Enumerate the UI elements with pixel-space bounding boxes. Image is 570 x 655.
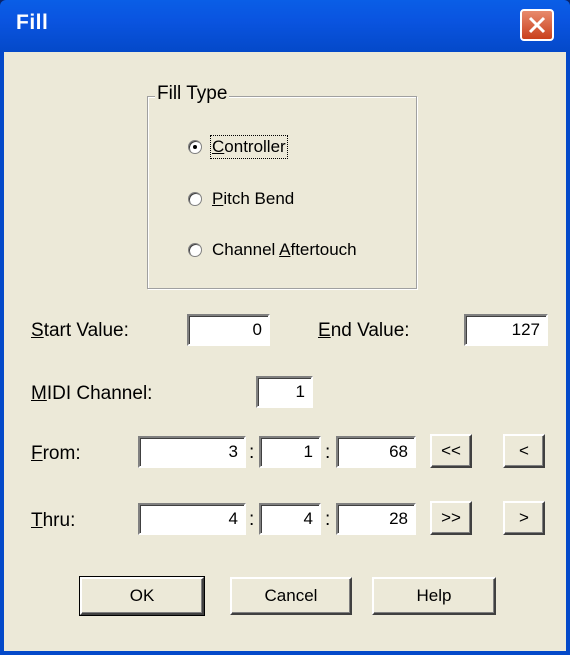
radio-channel-aftertouch-label: Channel Aftertouch (212, 240, 357, 259)
radio-controller-label: Controller (210, 135, 288, 159)
help-button[interactable]: Help (372, 577, 496, 615)
from-tick-field[interactable]: 68 (336, 436, 416, 468)
fill-type-legend: Fill Type (155, 83, 230, 105)
thru-last-button[interactable]: >> (430, 501, 472, 535)
radio-pitch-bend-label: Pitch Bend (212, 189, 295, 208)
window-border-bottom (0, 651, 570, 655)
from-first-button[interactable]: << (430, 434, 472, 468)
ok-button[interactable]: OK (79, 576, 205, 616)
radio-pitch-bend-button[interactable] (188, 192, 202, 206)
midi-channel-field[interactable]: 1 (256, 376, 313, 408)
cancel-button[interactable]: Cancel (230, 577, 352, 615)
thru-separator-2: : (325, 509, 331, 530)
from-prev-button[interactable]: < (503, 434, 545, 468)
window-border-right (566, 52, 570, 655)
thru-label: Thru: (31, 510, 76, 531)
midi-channel-label: MIDI Channel: (31, 383, 153, 404)
radio-controller-button[interactable] (188, 140, 202, 154)
radio-pitch-bend[interactable]: Pitch Bend (188, 189, 294, 209)
thru-separator-1: : (249, 509, 255, 530)
from-label: From: (31, 443, 81, 464)
fill-dialog: Fill Fill Type Controller Pitch Bend Cha… (0, 0, 570, 655)
from-beat-field[interactable]: 1 (259, 436, 321, 468)
end-value-field[interactable]: 127 (464, 314, 548, 346)
thru-beat-field[interactable]: 4 (259, 503, 321, 535)
thru-tick-field[interactable]: 28 (336, 503, 416, 535)
start-value-field[interactable]: 0 (187, 314, 270, 346)
from-bar-field[interactable]: 3 (138, 436, 246, 468)
close-button[interactable] (520, 9, 554, 41)
window-title: Fill (16, 11, 49, 34)
from-separator-2: : (325, 442, 331, 463)
title-bar[interactable]: Fill (0, 0, 570, 52)
close-icon (528, 16, 546, 34)
radio-channel-aftertouch-button[interactable] (188, 243, 202, 257)
fill-type-group: Fill Type Controller Pitch Bend Channel … (147, 83, 417, 289)
thru-bar-field[interactable]: 4 (138, 503, 246, 535)
start-value-label: Start Value: (31, 320, 129, 341)
thru-next-button[interactable]: > (503, 501, 545, 535)
radio-channel-aftertouch[interactable]: Channel Aftertouch (188, 240, 357, 260)
from-separator-1: : (249, 442, 255, 463)
end-value-label: End Value: (318, 320, 410, 341)
dialog-body: Fill Type Controller Pitch Bend Channel … (4, 52, 566, 651)
radio-controller[interactable]: Controller (188, 135, 288, 159)
